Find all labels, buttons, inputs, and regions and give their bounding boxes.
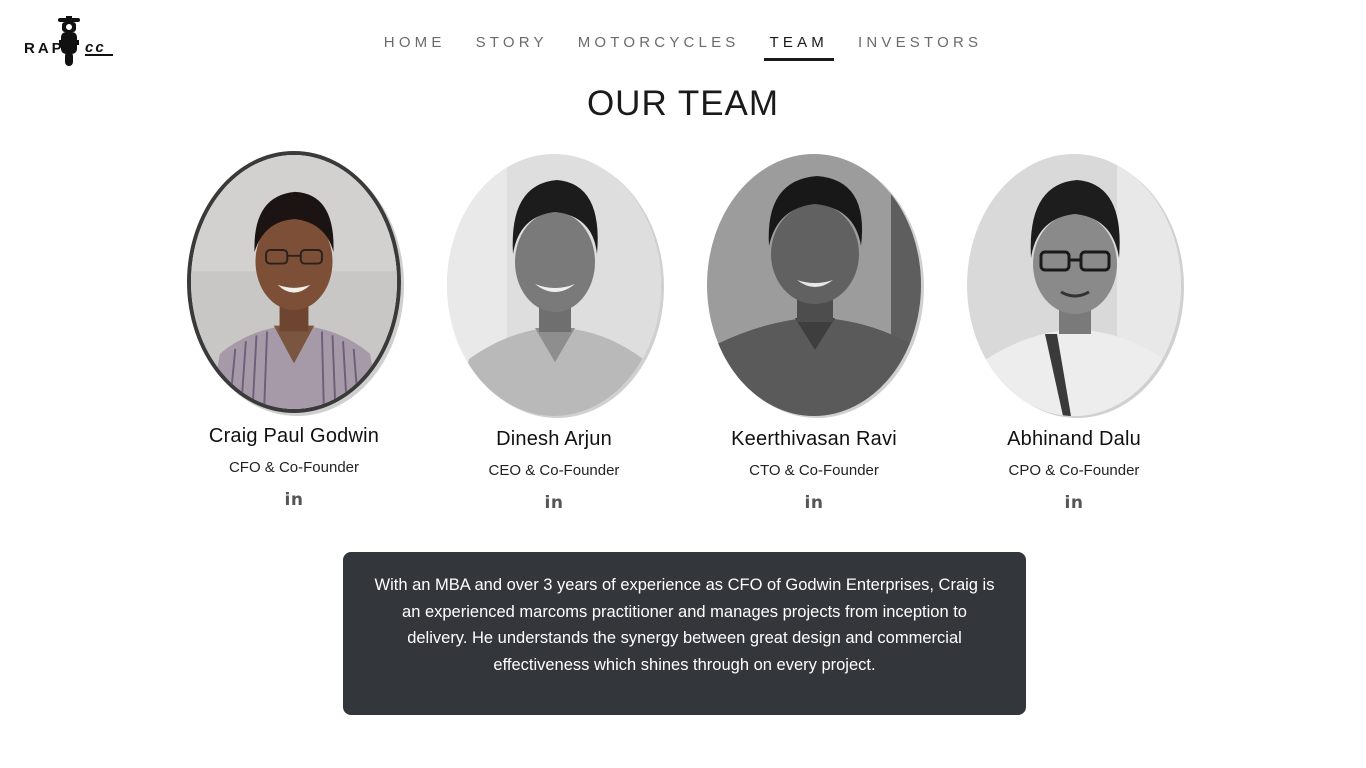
team-member-card: Craig Paul Godwin CFO & Co-Founder in: [174, 150, 414, 510]
nav-home[interactable]: HOME: [378, 30, 452, 61]
nav-motorcycles[interactable]: MOTORCYCLES: [572, 30, 746, 61]
member-name: Keerthivasan Ravi: [731, 428, 897, 450]
member-name: Dinesh Arjun: [496, 428, 612, 450]
team-grid: Craig Paul Godwin CFO & Co-Founder in Di…: [0, 150, 1366, 530]
linkedin-icon[interactable]: in: [1065, 493, 1084, 513]
member-role: CPO & Co-Founder: [1008, 462, 1140, 479]
member-role: CFO & Co-Founder: [228, 459, 360, 476]
member-bio: With an MBA and over 3 years of experien…: [343, 552, 1026, 715]
team-member-card: Keerthivasan Ravi CTO & Co-Founder in: [694, 150, 934, 513]
bio-text: With an MBA and over 3 years of experien…: [374, 576, 995, 674]
section-title: OUR TEAM: [586, 84, 780, 123]
person-photo-icon: [447, 154, 661, 416]
person-photo-icon: [707, 154, 921, 416]
team-member-card: Abhinand Dalu CPO & Co-Founder in: [954, 150, 1194, 513]
member-name: Abhinand Dalu: [1007, 428, 1141, 450]
linkedin-icon[interactable]: in: [805, 493, 824, 513]
member-role: CTO & Co-Founder: [749, 462, 879, 479]
member-role: CEO & Co-Founder: [488, 462, 620, 479]
nav-team[interactable]: TEAM: [763, 30, 835, 61]
team-page: RAP cc HOME STORY MOTORCYCLES TEAM INVES…: [0, 0, 1366, 768]
member-name: Craig Paul Godwin: [208, 425, 380, 447]
nav-story[interactable]: STORY: [470, 30, 554, 61]
nav-investors[interactable]: INVESTORS: [852, 30, 988, 61]
member-photo[interactable]: [187, 151, 401, 413]
member-photo[interactable]: [447, 154, 661, 416]
member-photo[interactable]: [967, 154, 1181, 416]
linkedin-icon[interactable]: in: [285, 490, 304, 510]
team-member-card: Dinesh Arjun CEO & Co-Founder in: [434, 150, 674, 513]
person-photo-icon: [191, 155, 397, 409]
person-photo-icon: [967, 154, 1181, 416]
main-nav: HOME STORY MOTORCYCLES TEAM INVESTORS: [0, 30, 1366, 61]
linkedin-icon[interactable]: in: [545, 493, 564, 513]
member-photo[interactable]: [707, 154, 921, 416]
